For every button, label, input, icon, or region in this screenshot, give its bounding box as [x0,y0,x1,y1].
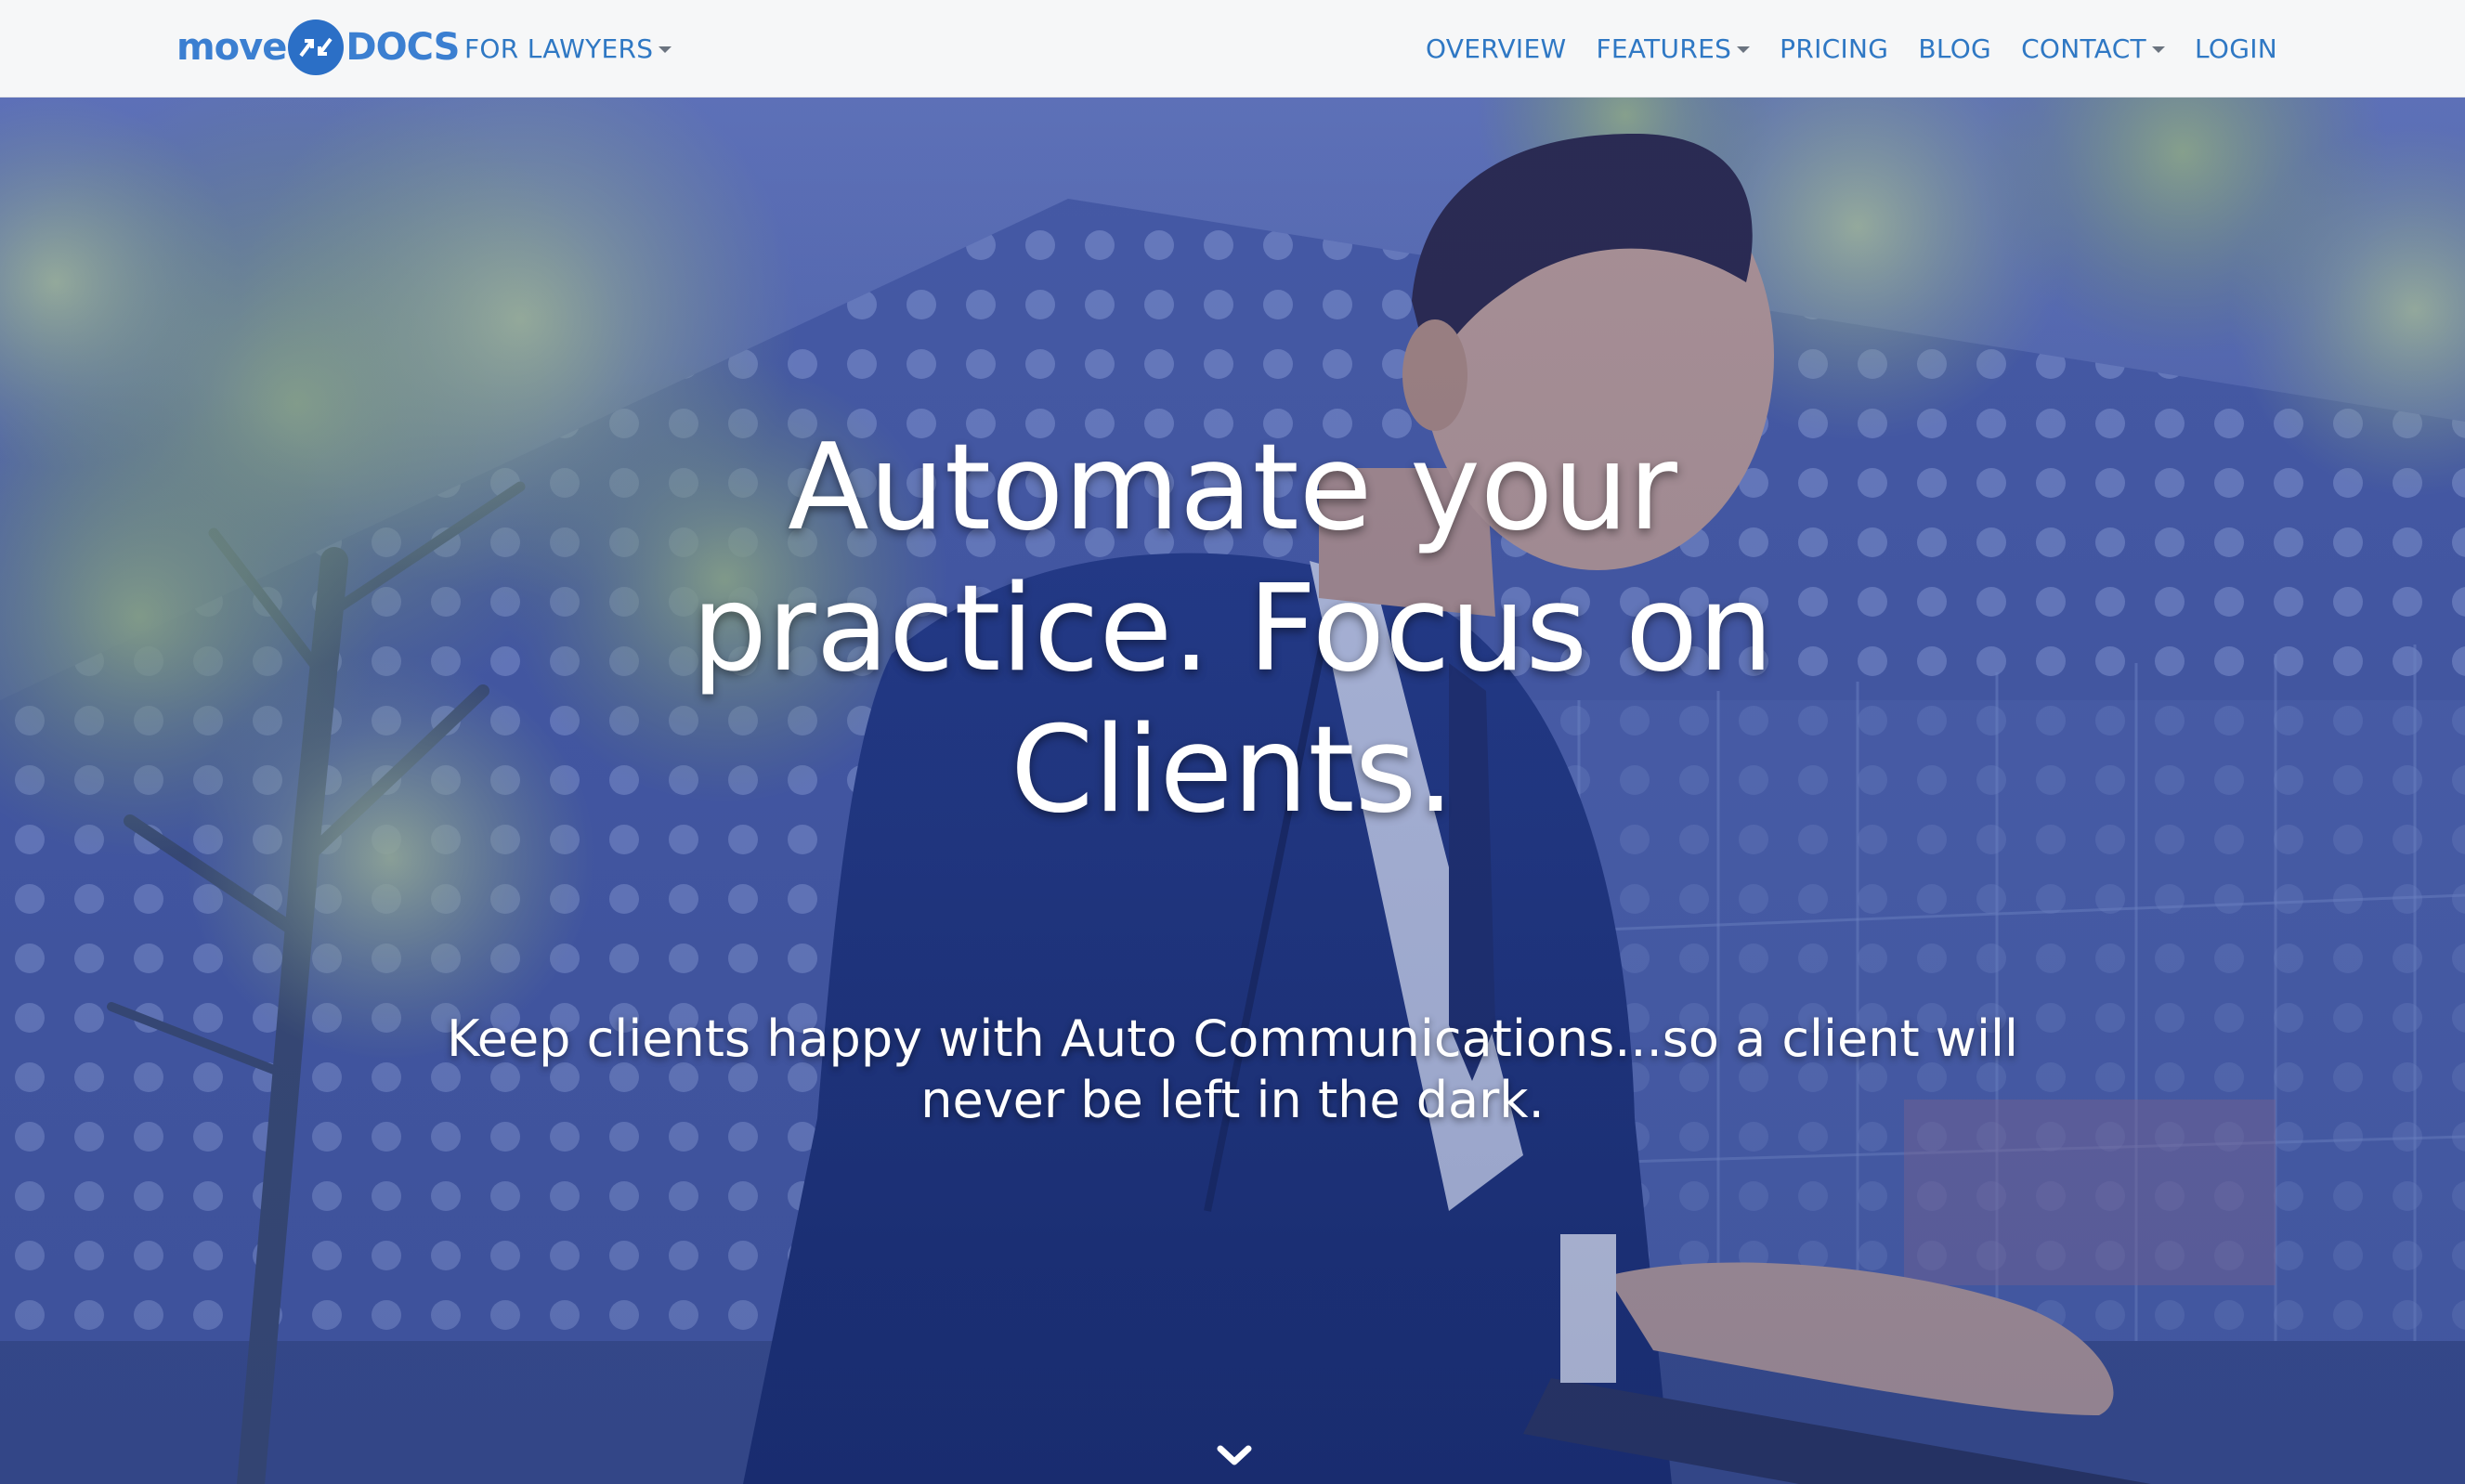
hero-subheadline: Keep clients happy with Auto Communicati… [0,1009,2465,1131]
nav-overview-label: OVERVIEW [1425,33,1567,64]
page: move DOCS FOR LAWYERS OVERVIEW FEATURES … [0,0,2465,1484]
chevron-down-icon[interactable] [1216,1441,1253,1469]
nav-for-lawyers-label: FOR LAWYERS [464,33,654,64]
logo-arrows-icon [288,20,345,75]
nav-overview-link[interactable]: OVERVIEW [1426,33,1567,64]
hero-subheadline-line-1: Keep clients happy with Auto Communicati… [447,1009,2018,1068]
nav-blog-label: BLOG [1918,33,1992,64]
nav-login-link[interactable]: LOGIN [2195,33,2277,64]
logo-text-move: move [176,26,287,69]
caret-down-icon [2151,46,2165,53]
nav-contact-label: CONTACT [2021,33,2146,64]
hero-headline-line-2: practice. Focus on [691,560,1774,698]
hero-headline: Automate your practice. Focus on Clients… [0,418,2465,841]
nav-right-group: OVERVIEW FEATURES PRICING BLOG CONTACT L… [1396,0,2277,97]
nav-for-lawyers-dropdown[interactable]: FOR LAWYERS [464,33,672,64]
movedocs-logo[interactable]: move DOCS [176,15,461,80]
caret-down-icon [659,46,672,53]
nav-features-dropdown[interactable]: FEATURES [1596,33,1751,64]
nav-contact-dropdown[interactable]: CONTACT [2021,33,2165,64]
caret-down-icon [1737,46,1751,53]
nav-pricing-label: PRICING [1780,33,1889,64]
nav-login-label: LOGIN [2194,33,2277,64]
nav-blog-link[interactable]: BLOG [1918,33,1991,64]
logo-text-docs: DOCS [346,26,460,69]
hero-section: Automate your practice. Focus on Clients… [0,97,2465,1484]
nav-left-group: FOR LAWYERS [464,0,672,97]
hero-headline-line-1: Automate your [788,419,1677,557]
hero-headline-line-3: Clients. [1011,701,1454,840]
nav-features-label: FEATURES [1596,33,1732,64]
hero-subheadline-line-2: never be left in the dark. [920,1071,1545,1129]
top-navbar: move DOCS FOR LAWYERS OVERVIEW FEATURES … [0,0,2465,98]
nav-pricing-link[interactable]: PRICING [1780,33,1888,64]
